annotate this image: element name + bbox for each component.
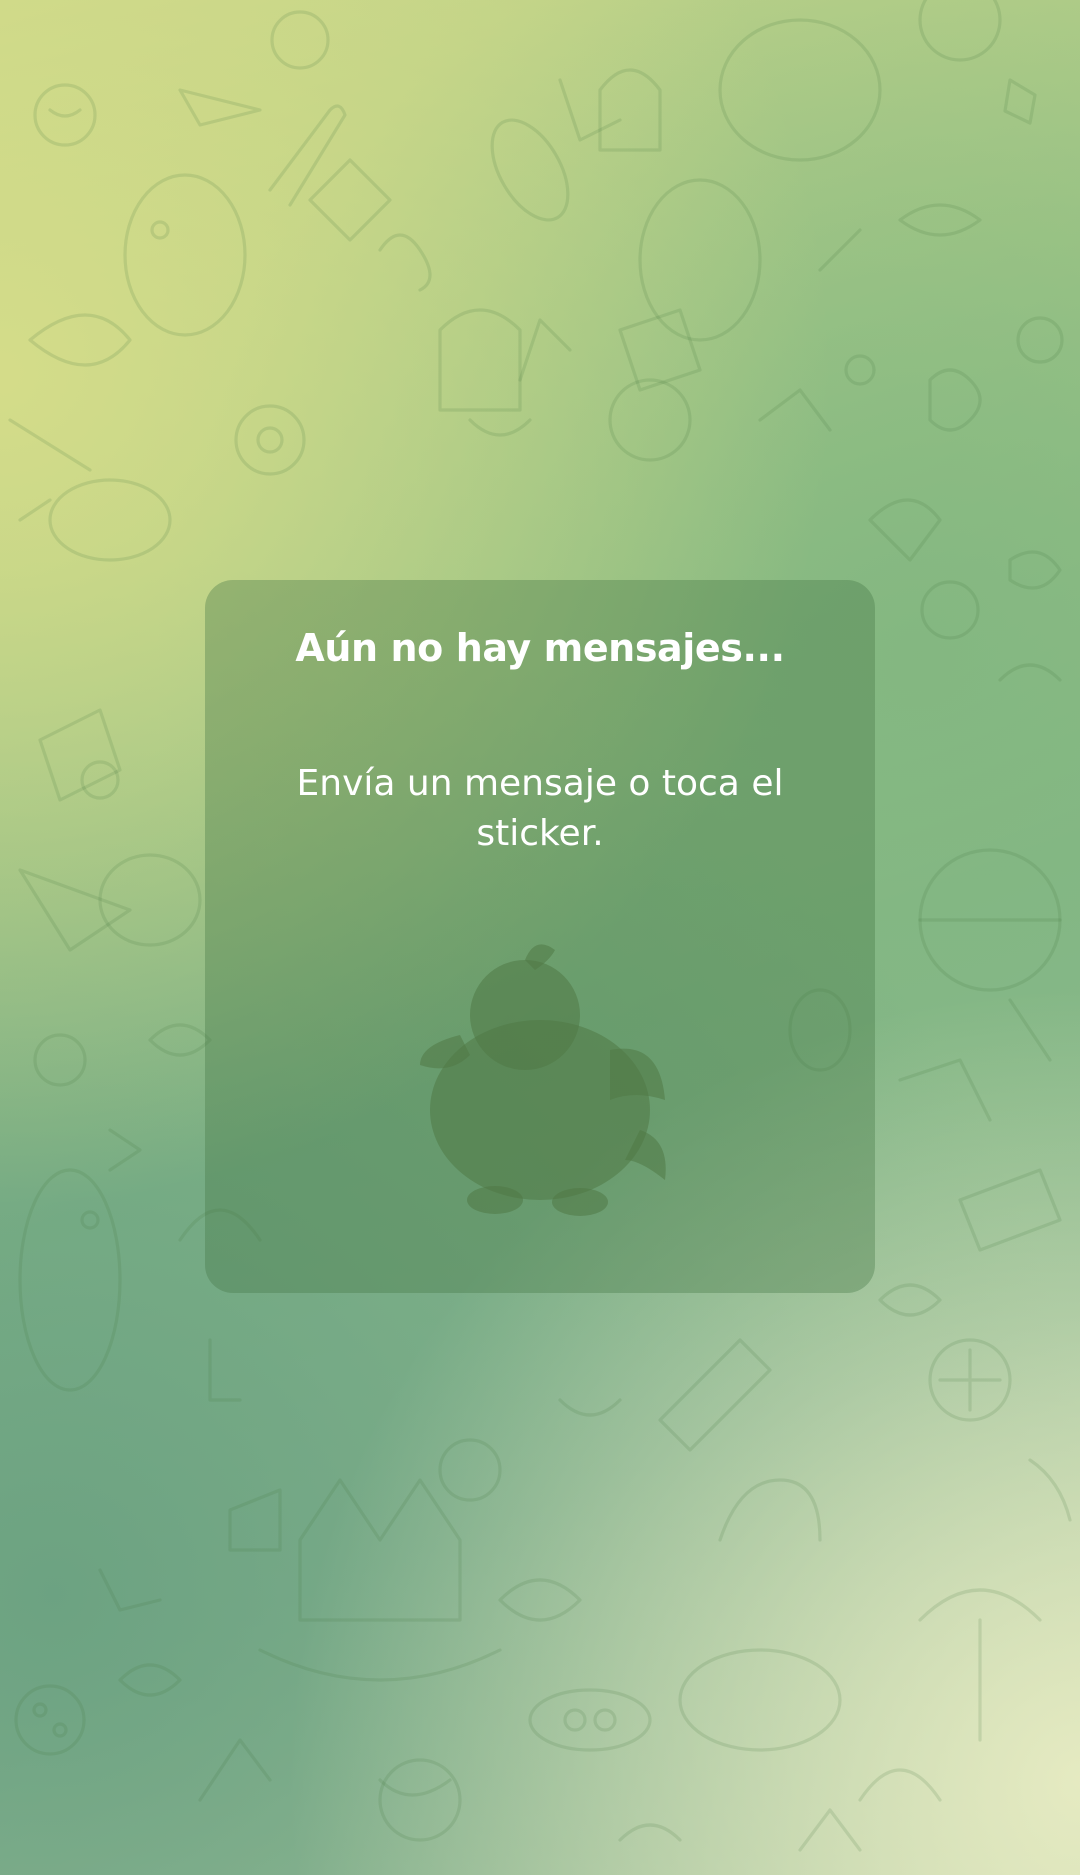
empty-chat-card: Aún no hay mensajes... Envía un mensaje … xyxy=(205,580,875,1293)
chat-wallpaper: Aún no hay mensajes... Envía un mensaje … xyxy=(0,0,1080,1875)
duck-sticker-icon[interactable] xyxy=(410,940,670,1220)
empty-subtitle: Envía un mensaje o toca el sticker. xyxy=(296,763,784,854)
empty-title: Aún no hay mensajes... xyxy=(295,626,785,670)
